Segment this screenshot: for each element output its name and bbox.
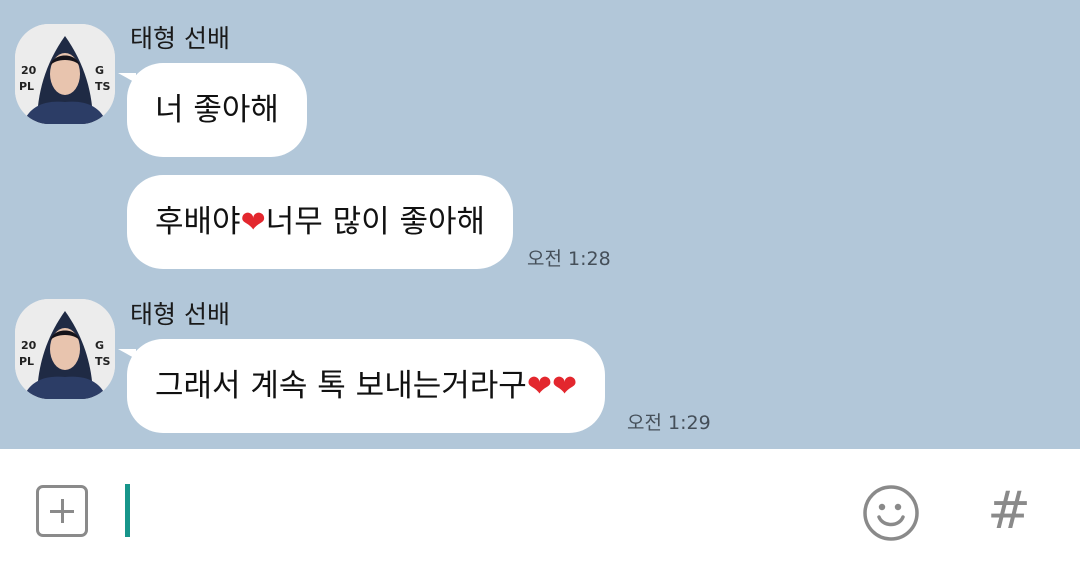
heart-emoji-icon: ❤❤ <box>526 369 578 404</box>
message-input-bar: # <box>0 449 1080 575</box>
message-input[interactable] <box>140 479 844 545</box>
svg-text:G: G <box>95 64 104 77</box>
svg-text:20: 20 <box>21 339 37 352</box>
chat-area: 20 G PL TS 태형 선배 너 좋아해 후배야❤너무 많이 좋아해 오전 … <box>0 0 1080 449</box>
sender-name: 태형 선배 <box>130 300 230 329</box>
message-text: 후배야 <box>155 204 241 240</box>
plus-square-icon[interactable] <box>36 485 88 537</box>
message-text: 그래서 계속 톡 보내는거라구 <box>155 368 527 404</box>
message-text: 너 좋아해 <box>155 92 279 128</box>
svg-text:TS: TS <box>95 80 111 93</box>
heart-emoji-icon: ❤ <box>240 205 266 240</box>
text-cursor <box>125 484 130 537</box>
message-bubble[interactable]: 그래서 계속 톡 보내는거라구❤❤ <box>117 339 606 433</box>
message-bubble[interactable]: 후배야❤너무 많이 좋아해 <box>127 175 514 269</box>
svg-text:G: G <box>95 339 104 352</box>
svg-text:20: 20 <box>21 64 37 77</box>
smiley-icon[interactable] <box>862 484 920 542</box>
svg-text:PL: PL <box>19 80 34 93</box>
svg-text:PL: PL <box>19 355 34 368</box>
message-text: 너무 많이 좋아해 <box>265 204 486 240</box>
profile-avatar[interactable]: 20 G PL TS <box>15 24 115 124</box>
hashtag-icon[interactable]: # <box>985 481 1033 541</box>
svg-text:TS: TS <box>95 355 111 368</box>
message-timestamp: 오전 1:28 <box>527 248 611 270</box>
message-timestamp: 오전 1:29 <box>627 412 711 434</box>
message-bubble[interactable]: 너 좋아해 <box>118 63 307 157</box>
profile-photo-icon: 20 G PL TS <box>15 24 115 124</box>
profile-avatar[interactable]: 20 G PL TS <box>15 299 115 399</box>
sender-name: 태형 선배 <box>130 24 230 53</box>
profile-photo-icon: 20 G PL TS <box>15 299 115 399</box>
